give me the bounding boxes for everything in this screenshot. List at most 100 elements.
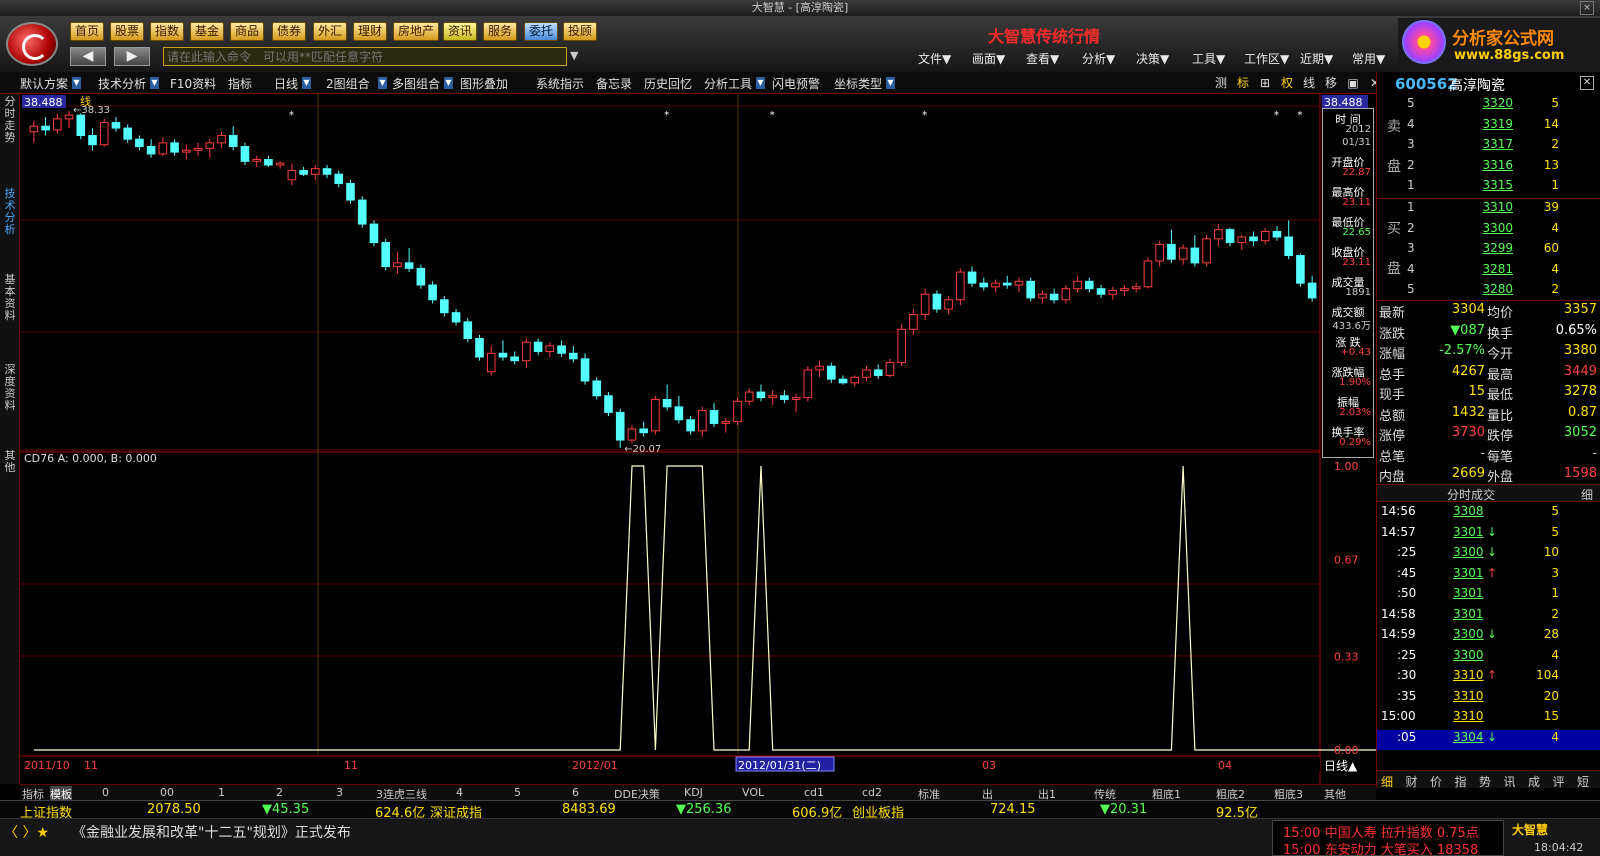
orderbook-row[interactable]: 5 3280 2 [1405,282,1595,302]
orderbook-row[interactable]: 2 3300 4 [1405,221,1595,241]
candle[interactable] [416,264,426,289]
dropdown-arrow-icon[interactable]: ▼ [886,77,895,89]
menu-item[interactable]: 工作区▼ [1244,50,1289,67]
orderbook-row[interactable]: 4 3319 14 [1405,117,1595,137]
indicator-tab[interactable]: KDJ [684,786,703,799]
candle[interactable] [381,238,390,271]
dropdown-arrow-icon[interactable]: ▼ [378,77,387,89]
event-marker[interactable]: * [289,110,294,121]
nav-button[interactable]: 外汇 [313,22,348,41]
indicator-tab[interactable]: 1 [218,786,225,799]
indicator-tab[interactable]: cd1 [804,786,824,799]
candle[interactable] [956,268,965,306]
toolbar-item[interactable]: 坐标类型 [834,75,882,92]
quote-tab[interactable]: 短 [1577,773,1589,790]
candle[interactable] [240,142,250,166]
candle[interactable] [897,323,906,367]
tick-row[interactable]: :35 3310 20 [1377,689,1600,709]
candle[interactable] [1026,277,1035,302]
kline-chart[interactable]: 38.488 38.488线* * * * * *←38.33←20.07CD76 A: 0… [20,94,1430,784]
orderbook-row[interactable]: 2 3316 13 [1405,158,1595,178]
forward-button[interactable]: ▶ [114,47,150,66]
menu-item[interactable]: 决策▼ [1136,50,1169,67]
nav-button[interactable]: 资讯 [443,22,478,41]
nav-button[interactable]: 商品 [230,22,265,41]
toolbar-item[interactable]: 闪电预警 [772,75,820,92]
indicator-tab[interactable]: VOL [742,786,764,799]
toolbar-toggle[interactable]: 权 [1278,74,1296,92]
candle[interactable] [369,220,379,247]
indicator-tab[interactable]: 4 [456,786,463,799]
candle[interactable] [357,196,367,228]
tick-row[interactable]: 14:56 3308 5 [1377,504,1600,524]
menu-item[interactable]: 文件▼ [918,50,951,67]
toolbar-item[interactable]: 多图组合 [392,75,440,92]
indicator-tab[interactable]: 3 [336,786,343,799]
orderbook-row[interactable]: 4 3281 4 [1405,262,1595,282]
tick-row[interactable]: :45 3301 ↑ 3 [1377,566,1600,586]
candle[interactable] [932,290,942,313]
candle[interactable] [99,118,109,147]
indicator-tab[interactable]: 6 [572,786,579,799]
left-tab[interactable]: 分时走势 [2,96,18,144]
orderbook-row[interactable]: 5 3320 5 [1405,96,1595,116]
quote-tab[interactable]: 成 [1528,773,1540,790]
nav-button[interactable]: 服务 [483,22,518,41]
command-input[interactable] [163,47,567,66]
menu-item[interactable]: 查看▼ [1026,50,1059,67]
nav-button[interactable]: 债券 [272,22,307,41]
alert-box[interactable]: 15:00 中国人寿 拉升指数 0.75点 15:00 东安动力 大笔买入 18… [1272,820,1504,856]
event-marker[interactable]: * [922,110,927,121]
menu-item[interactable]: 工具▼ [1192,50,1225,67]
indicator-tab[interactable]: 5 [514,786,521,799]
dropdown-arrow-icon[interactable]: ▼ [444,77,453,89]
candle[interactable] [76,113,86,140]
toolbar-toggle[interactable]: 移 [1322,74,1340,92]
toolbar-toggle[interactable]: 测 [1212,74,1230,92]
nav-button[interactable]: 理财 [353,22,388,41]
news-headline[interactable]: 《金融业发展和改革"十二五"规划》正式发布 [72,822,351,842]
quote-tab[interactable]: 细 [1381,773,1393,790]
indicator-tab[interactable]: 2 [276,786,283,799]
close-icon[interactable]: × [1580,1,1594,15]
toolbar-item[interactable]: 分析工具 [704,75,752,92]
nav-button[interactable]: 首页 [70,22,105,41]
menu-item[interactable]: 近期▼ [1300,50,1333,67]
quote-tab[interactable]: 价 [1430,773,1442,790]
tick-row[interactable]: 14:57 3301 ↓ 5 [1377,525,1600,545]
tick-row[interactable]: :25 3300 ↓ 10 [1377,545,1600,565]
toolbar-item[interactable]: F10资料 [170,75,216,92]
tick-row[interactable]: :50 3301 1 [1377,586,1600,606]
orderbook-row[interactable]: 1 3310 39 [1405,200,1595,220]
toolbar-item[interactable]: 默认方案 [20,75,68,92]
toolbar-item[interactable]: 2图组合 [326,75,370,92]
candle[interactable] [346,179,355,204]
toolbar-toggle[interactable]: 线 [1300,74,1318,92]
ad-banner[interactable]: 分析家公式网 www.88gs.com [1398,18,1600,72]
tick-row[interactable]: 14:58 3301 2 [1377,607,1600,627]
nav-button[interactable]: 投顾 [563,22,598,41]
tick-row[interactable]: :30 3310 ↑ 104 [1377,668,1600,688]
toolbar-item[interactable]: 备忘录 [596,75,632,92]
toolbar-item[interactable]: 日线 [274,75,298,92]
toolbar-toggle[interactable]: 标 [1234,74,1252,92]
dropdown-arrow-icon[interactable]: ▼ [756,77,765,89]
candle[interactable] [604,392,613,417]
event-marker[interactable]: * [1274,110,1279,121]
dropdown-arrow-icon[interactable]: ▼ [302,77,311,89]
toolbar-item[interactable]: 图形叠加 [460,75,508,92]
toolbar-item[interactable]: 指标 [228,75,252,92]
toolbar-item[interactable]: 系统指示 [536,75,584,92]
candle[interactable] [475,334,484,361]
orderbook-row[interactable]: 1 3315 1 [1405,178,1595,198]
quote-tab[interactable]: 评 [1553,773,1565,790]
menu-item[interactable]: 分析▼ [1082,50,1115,67]
candle[interactable] [592,377,602,400]
toolbar-toggle[interactable]: ▣ [1344,74,1362,92]
quote-tab[interactable]: 指 [1455,773,1467,790]
ticks-detail-tab[interactable]: 细 [1581,486,1593,503]
tick-row[interactable]: :05 3304 ↓ 4 [1377,729,1600,750]
orderbook-row[interactable]: 3 3317 2 [1405,137,1595,157]
news-nav-controls[interactable]: 〈 〉★ [4,822,49,842]
command-dropdown-icon[interactable]: ▼ [570,49,578,62]
